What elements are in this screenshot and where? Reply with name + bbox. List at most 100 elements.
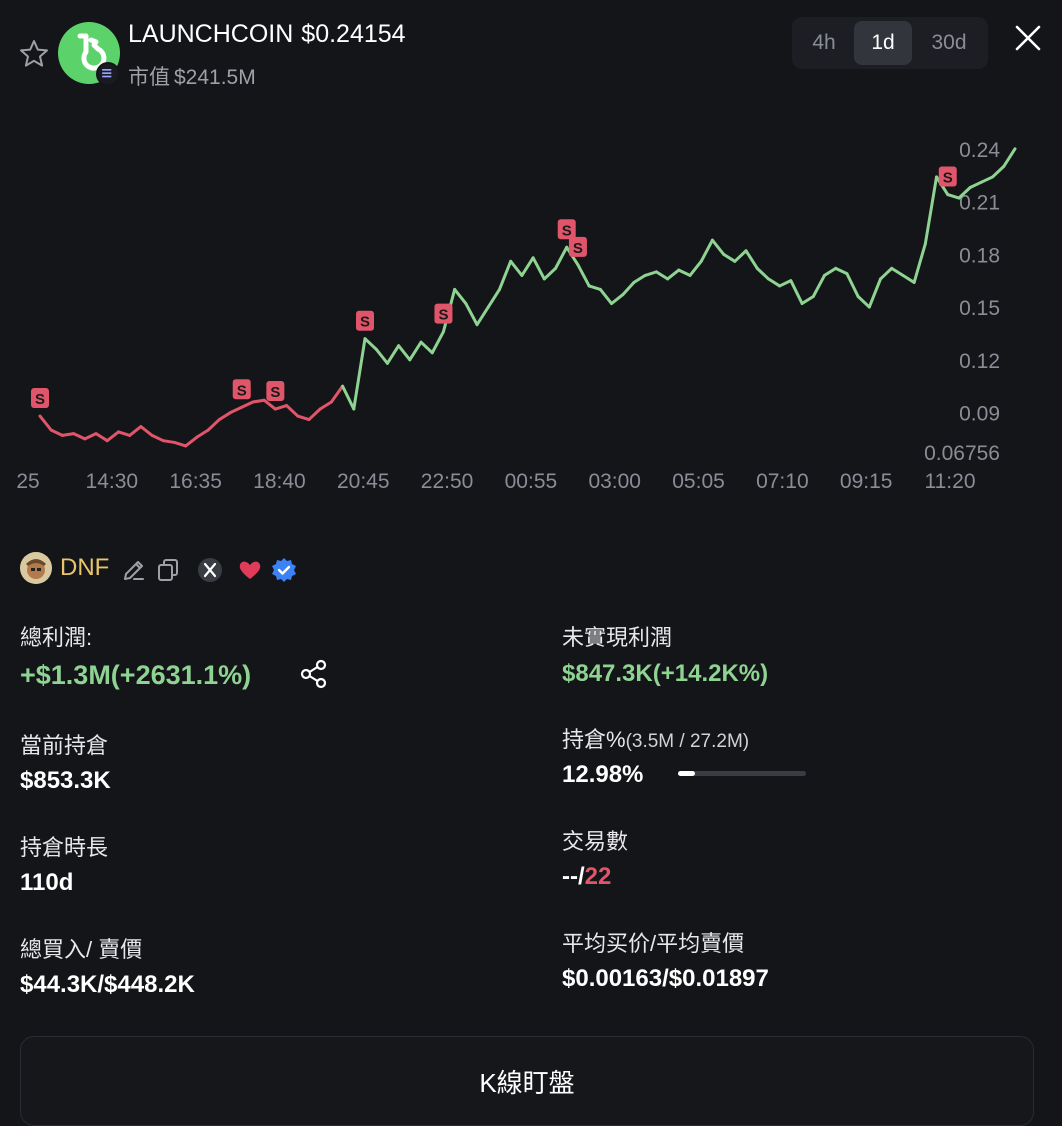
holding-pct-bar-fill xyxy=(678,771,695,776)
price-line-segment xyxy=(408,340,423,362)
tab-4h[interactable]: 4h xyxy=(796,21,852,65)
price-line-segment xyxy=(744,249,759,270)
price-chart[interactable]: 0.24 0.21 0.18 0.15 0.12 0.09 0.06756 25 14:30 1… xyxy=(0,100,1062,520)
price-line-segment xyxy=(890,266,905,277)
price-line-segment xyxy=(542,266,558,281)
price-line-segment xyxy=(755,266,770,281)
sell-marker[interactable]: S xyxy=(232,379,251,400)
sell-marker[interactable]: S xyxy=(356,310,374,331)
copy-icon[interactable] xyxy=(155,557,181,583)
price-line-segment xyxy=(722,252,737,263)
edit-icon[interactable] xyxy=(121,557,147,583)
holding-pct-value: 12.98% xyxy=(562,761,644,788)
holding-pct-bar xyxy=(678,771,806,776)
share-icon[interactable] xyxy=(298,658,330,690)
price-line-segment xyxy=(240,400,255,409)
trades-sell-count: 22 xyxy=(584,863,612,890)
y-tick-label: 0.18 xyxy=(959,244,1000,267)
price-line-segment xyxy=(486,287,501,309)
price-line-segment xyxy=(554,245,569,270)
price-line-segment xyxy=(688,259,703,277)
price-line-segment xyxy=(610,293,625,306)
price-line-segment xyxy=(856,294,871,309)
price-line-segment xyxy=(318,400,333,411)
x-tick-label: 16:35 xyxy=(169,470,222,493)
price-line-segment xyxy=(923,175,939,246)
x-tick-label: 20:45 xyxy=(337,470,390,493)
price-line-segment xyxy=(766,277,782,288)
close-icon[interactable] xyxy=(1010,20,1046,56)
price-line-segment xyxy=(161,439,176,444)
sell-marker-label: S xyxy=(237,382,247,399)
price-line-segment xyxy=(811,273,826,298)
price-line-segment xyxy=(912,242,927,284)
price-line-segment xyxy=(979,175,995,184)
price-line-segment xyxy=(329,384,345,404)
price-line-segment xyxy=(587,284,602,291)
kline-watch-label: K線盯盤 xyxy=(479,1068,575,1098)
sell-marker-label: S xyxy=(562,222,572,239)
token-title: LAUNCHCOIN $0.24154 xyxy=(128,20,406,49)
holding-time-label: 持倉時長 xyxy=(20,835,109,860)
total-buy-sell-value: $44.3K/$448.2K xyxy=(20,971,195,998)
price-line-segment xyxy=(105,430,120,443)
x-twitter-icon[interactable] xyxy=(197,557,223,583)
price-line-segment xyxy=(217,411,233,422)
total-profit-label: 總利潤: xyxy=(20,625,93,650)
price-line-segment xyxy=(778,279,793,288)
price-line-segment xyxy=(520,256,535,277)
current-holding-label: 當前持倉 xyxy=(20,733,109,758)
unrealized-profit-label: 未實現利潤 xyxy=(562,625,673,650)
token-price: $0.24154 xyxy=(301,20,406,48)
holding-pct-sub: (3.5M / 27.2M) xyxy=(625,731,750,752)
sell-marker[interactable]: S xyxy=(434,303,453,324)
trades-label: 交易數 xyxy=(562,829,629,854)
price-line-segment xyxy=(352,337,367,411)
holding-pct-label: 持倉%(3.5M / 27.2M) xyxy=(562,722,749,754)
price-line-segment xyxy=(576,263,591,288)
price-line-segment xyxy=(49,428,64,437)
market-cap-value: $241.5M xyxy=(174,66,256,89)
tab-1d[interactable]: 1d xyxy=(854,21,912,65)
price-line-segment xyxy=(285,404,300,418)
sell-marker[interactable]: S xyxy=(938,166,957,187)
price-line-segment xyxy=(710,238,726,256)
price-line-segment xyxy=(430,330,445,355)
sell-marker-label: S xyxy=(438,307,448,324)
holding-time-value: 110d xyxy=(20,869,74,896)
price-line-segment xyxy=(453,287,468,306)
sell-marker[interactable]: S xyxy=(31,388,49,409)
price-line-segment xyxy=(733,249,748,263)
price-line-segment xyxy=(632,273,647,284)
verified-badge-icon xyxy=(272,558,296,582)
star-icon[interactable] xyxy=(18,38,50,70)
price-line-segment xyxy=(94,432,109,443)
price-line-segment xyxy=(397,344,412,362)
price-line-segment xyxy=(845,272,860,298)
sell-marker[interactable]: S xyxy=(557,219,576,240)
heart-icon[interactable] xyxy=(237,557,263,583)
price-line-segment xyxy=(677,268,692,277)
price-line-segment xyxy=(643,270,658,277)
x-tick-label: 00:55 xyxy=(505,470,558,493)
current-holding-value: $853.3K xyxy=(20,767,111,794)
user-name[interactable]: DNF xyxy=(60,554,109,582)
price-line-segment xyxy=(1002,147,1017,168)
holding-pct-label-text: 持倉% xyxy=(562,727,626,752)
sell-marker[interactable]: S xyxy=(266,381,285,402)
avatar[interactable] xyxy=(20,552,52,584)
x-axis-labels: 25 14:30 16:35 18:40 20:45 22:50 00:55 03:00 05:… xyxy=(16,470,975,493)
kline-watch-button[interactable]: K線盯盤 xyxy=(20,1036,1034,1126)
price-line-segment xyxy=(128,425,143,437)
price-line-segment xyxy=(341,384,356,411)
price-line-segment xyxy=(800,294,815,306)
market-cap-label: 市值 xyxy=(128,66,170,89)
trades-buy-count: --/ xyxy=(562,863,585,890)
sell-marker[interactable]: S xyxy=(568,236,587,257)
price-line-segment xyxy=(273,404,289,411)
tab-30d[interactable]: 30d xyxy=(914,21,984,65)
price-line-segment xyxy=(307,407,322,422)
sell-marker-label: S xyxy=(270,384,280,401)
price-line-segment xyxy=(666,268,681,281)
sell-marker-label: S xyxy=(943,170,953,187)
